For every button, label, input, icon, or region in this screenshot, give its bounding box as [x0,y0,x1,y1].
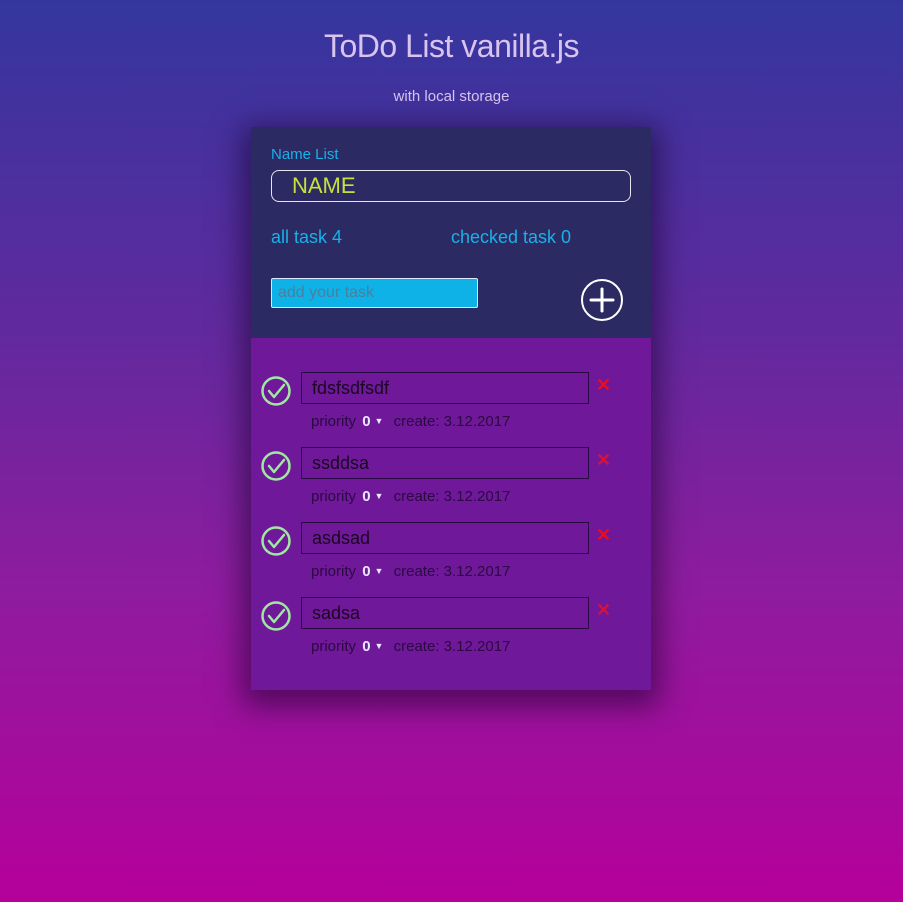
priority-select[interactable]: 0 [362,413,370,430]
task-meta: priority 0 ▼ create: 3.12.2017 [311,638,510,655]
task-item: sadsa ✕ priority 0 ▼ create: 3.12.2017 [251,588,651,663]
task-item: fdsfsdfsdf ✕ priority 0 ▼ create: 3.12.20… [251,363,651,438]
list-header: Name List all task 4 checked task 0 [251,127,651,338]
priority-label: priority [311,488,357,505]
todo-card: Name List all task 4 checked task 0 fdsf… [251,127,651,690]
task-item: ssddsa ✕ priority 0 ▼ create: 3.12.2017 [251,438,651,513]
priority-select[interactable]: 0 [362,638,370,655]
priority-label: priority [311,638,357,655]
page-subtitle: with local storage [393,88,510,105]
created-date: create: 3.12.2017 [393,413,511,430]
priority-label: priority [311,413,357,430]
created-date: create: 3.12.2017 [393,488,511,505]
priority-label: priority [311,563,357,580]
check-circle-icon[interactable] [261,526,291,556]
task-list: fdsfsdfsdf ✕ priority 0 ▼ create: 3.12.20… [251,338,651,690]
delete-task-icon[interactable]: ✕ [596,450,611,471]
caret-down-icon[interactable]: ▼ [375,491,384,501]
task-text-field[interactable]: ssddsa [301,447,589,479]
caret-down-icon[interactable]: ▼ [375,566,384,576]
task-meta: priority 0 ▼ create: 3.12.2017 [311,563,510,580]
check-circle-icon[interactable] [261,376,291,406]
created-date: create: 3.12.2017 [393,638,511,655]
check-circle-icon[interactable] [261,451,291,481]
task-item: asdsad ✕ priority 0 ▼ create: 3.12.2017 [251,513,651,588]
task-text-field[interactable]: asdsad [301,522,589,554]
task-meta: priority 0 ▼ create: 3.12.2017 [311,488,510,505]
all-task-count: all task 4 [271,227,343,247]
plus-circle-icon [589,287,615,313]
name-list-label: Name List [271,146,339,163]
delete-task-icon[interactable]: ✕ [596,525,611,546]
page-title: ToDo List vanilla.js [324,28,580,64]
add-task-button[interactable] [581,279,623,321]
delete-task-icon[interactable]: ✕ [596,600,611,621]
created-date: create: 3.12.2017 [393,563,511,580]
caret-down-icon[interactable]: ▼ [375,641,384,651]
task-text-field[interactable]: sadsa [301,597,589,629]
list-name-input[interactable] [271,170,631,202]
priority-select[interactable]: 0 [362,488,370,505]
priority-select[interactable]: 0 [362,563,370,580]
checked-task-count: checked task 0 [451,227,572,247]
add-task-input[interactable] [271,278,478,308]
caret-down-icon[interactable]: ▼ [375,416,384,426]
delete-task-icon[interactable]: ✕ [596,375,611,396]
task-meta: priority 0 ▼ create: 3.12.2017 [311,413,510,430]
task-text-field[interactable]: fdsfsdfsdf [301,372,589,404]
check-circle-icon[interactable] [261,601,291,631]
